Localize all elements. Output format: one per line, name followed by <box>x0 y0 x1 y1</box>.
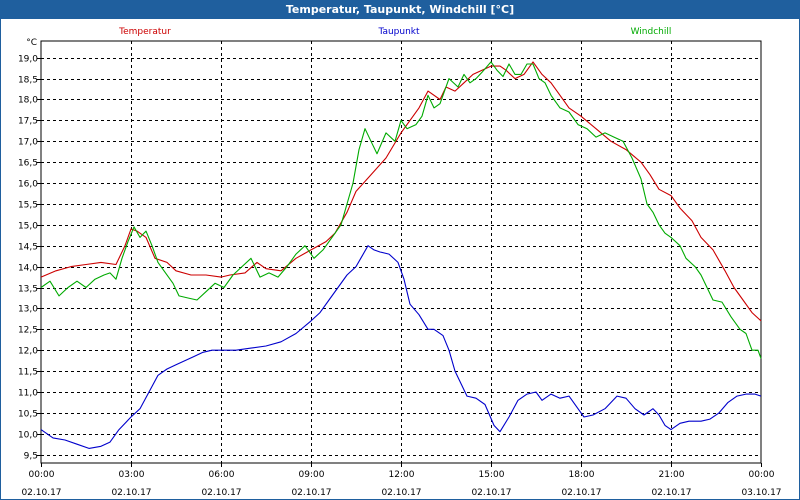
x-tick-time-label: 03:00 <box>119 470 145 480</box>
x-tick-time-label: 06:00 <box>209 470 235 480</box>
y-tick-label: 13,5 <box>18 285 38 295</box>
x-tick-time-label: 12:00 <box>389 470 415 480</box>
y-tick-label: 16,0 <box>18 180 38 190</box>
y-tick-label: 9,5 <box>24 452 38 462</box>
x-tick-date-label: 02.10.17 <box>561 488 601 498</box>
y-tick-label: 10,0 <box>18 431 38 441</box>
x-tick-date-label: 03.10.17 <box>741 488 781 498</box>
grid <box>41 41 761 463</box>
y-tick-label: 12,5 <box>18 326 38 336</box>
chart-title: Temperatur, Taupunkt, Windchill [°C] <box>1 1 799 19</box>
x-tick-time-label: 00:00 <box>749 470 775 480</box>
x-tick-time-label: 00:00 <box>29 470 55 480</box>
y-tick-label: 15,0 <box>18 222 38 232</box>
x-tick-time-label: 21:00 <box>659 470 685 480</box>
chart-window: Temperatur, Taupunkt, Windchill [°C] 9,5… <box>0 0 800 500</box>
legend-entry-temperatur: Temperatur <box>118 27 171 37</box>
x-tick-time-label: 15:00 <box>479 470 505 480</box>
x-tick-date-label: 02.10.17 <box>471 488 511 498</box>
legend: Temperatur Taupunkt Windchill <box>118 27 671 37</box>
y-tick-label: 13,0 <box>18 305 38 315</box>
line-chart: 9,5 10,0 10,5 11,0 11,5 12,0 12,5 13,0 13,5 14,0 1… <box>18 27 782 498</box>
y-axis-label: °C <box>26 38 37 48</box>
x-tick-date-label: 02.10.17 <box>651 488 691 498</box>
y-tick-label: 14,5 <box>18 243 38 253</box>
x-tick-date-label: 02.10.17 <box>201 488 241 498</box>
y-tick-label: 18,0 <box>18 96 38 106</box>
y-tick-label: 15,5 <box>18 201 38 211</box>
y-tick-label: 17,5 <box>18 117 38 127</box>
y-tick-label: 11,0 <box>18 389 38 399</box>
y-tick-label: 14,0 <box>18 264 38 274</box>
legend-entry-windchill: Windchill <box>631 27 672 37</box>
y-tick-label: 18,5 <box>18 76 38 86</box>
x-tick-date-label: 02.10.17 <box>21 488 61 498</box>
y-tick-label: 10,5 <box>18 410 38 420</box>
y-tick-label: 12,0 <box>18 347 38 357</box>
y-tick-label: 11,5 <box>18 368 38 378</box>
x-tick-date-label: 02.10.17 <box>291 488 331 498</box>
y-tick-label: 16,5 <box>18 159 38 169</box>
y-tick-label: 17,0 <box>18 138 38 148</box>
x-tick-time-label: 09:00 <box>299 470 325 480</box>
legend-entry-taupunkt: Taupunkt <box>377 27 420 37</box>
x-tick-date-label: 02.10.17 <box>111 488 151 498</box>
x-tick-date-label: 02.10.17 <box>381 488 421 498</box>
y-tick-label: 19,0 <box>18 55 38 65</box>
x-tick-time-label: 18:00 <box>569 470 595 480</box>
